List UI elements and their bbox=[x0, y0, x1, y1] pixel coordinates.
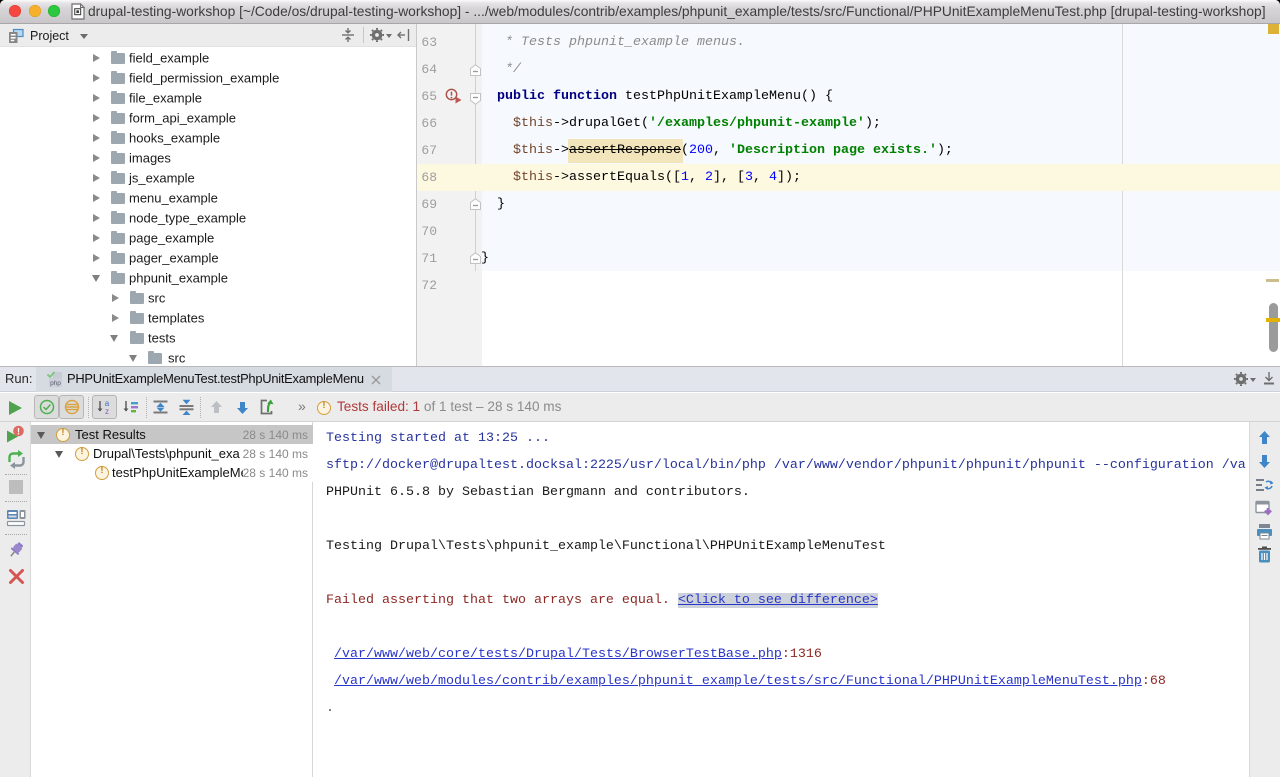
svg-text:z: z bbox=[105, 407, 109, 415]
svg-text:php: php bbox=[50, 380, 61, 387]
svg-text:!: ! bbox=[17, 427, 20, 437]
